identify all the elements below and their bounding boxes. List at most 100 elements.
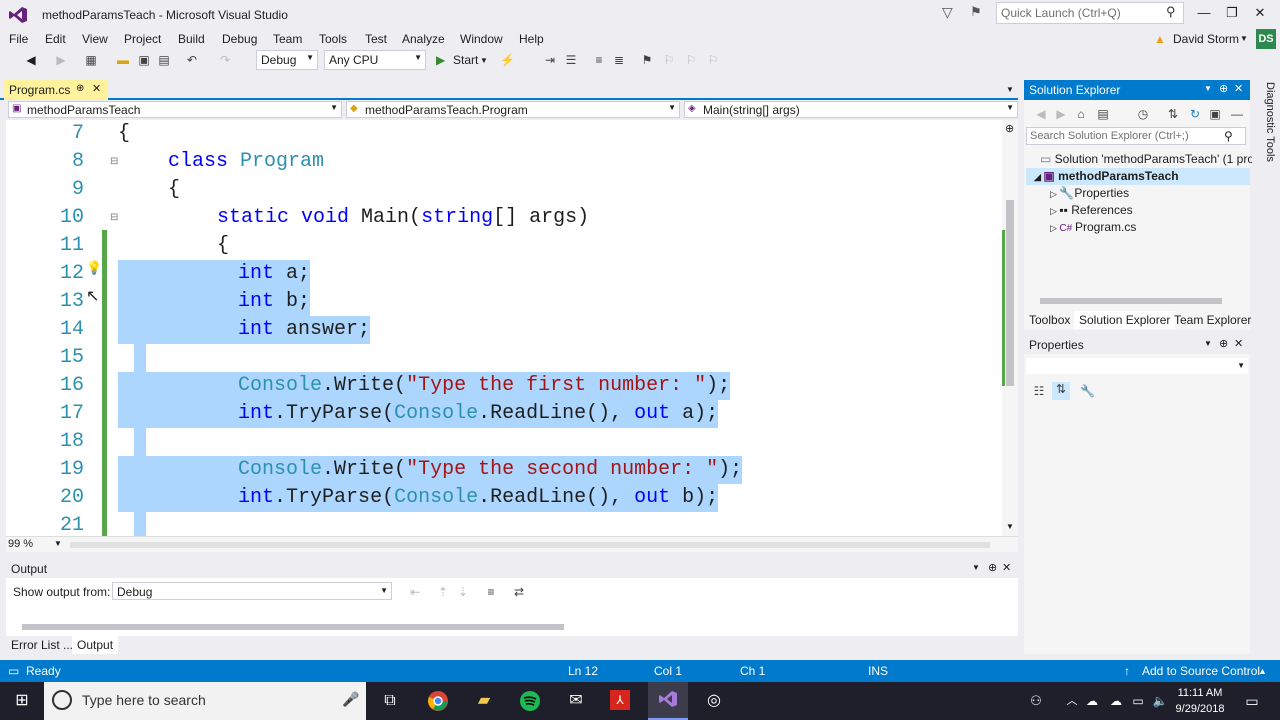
menu-tools[interactable]: Tools (319, 32, 347, 46)
project-node[interactable]: ◢ ▣ methodParamsTeach (1034, 169, 1179, 183)
acrobat-icon[interactable]: ⅄ (610, 690, 634, 712)
redo-icon[interactable]: ↷ (218, 53, 232, 67)
expanded-icon[interactable]: ◢ (1034, 172, 1043, 182)
comment-icon[interactable]: ≡ (592, 53, 606, 67)
collapsed-icon[interactable]: ▷ (1050, 223, 1059, 233)
menu-analyze[interactable]: Analyze (402, 32, 445, 46)
filter-icon[interactable]: ▽ (942, 4, 953, 21)
step-icon[interactable]: ⇥ (543, 53, 557, 67)
split-icon[interactable]: ⊕ (1005, 122, 1014, 135)
se-forward-icon[interactable]: ▶ (1054, 107, 1068, 121)
properties-node[interactable]: ▷ 🔧Properties (1050, 186, 1129, 200)
scrollbar-thumb[interactable] (1006, 200, 1014, 386)
tab-overflow-icon[interactable]: ▼ (1006, 85, 1014, 94)
taskbar-search-box[interactable]: Type here to search (44, 682, 366, 720)
collapsed-icon[interactable]: ▷ (1050, 189, 1059, 199)
project-dropdown[interactable]: ▣ methodParamsTeach ▼ (8, 101, 342, 118)
find-message-icon[interactable]: ⇤ (408, 585, 422, 599)
config-dropdown[interactable]: Debug ▼ (256, 50, 318, 70)
clear-all-icon[interactable]: ≡ (484, 585, 498, 599)
save-icon[interactable]: ▣ (137, 53, 151, 67)
se-switch-views-icon[interactable]: ▤ (1096, 107, 1110, 121)
platform-dropdown[interactable]: Any CPU ▼ (324, 50, 426, 70)
people-icon[interactable]: ⚇ (1024, 690, 1048, 712)
save-all-icon[interactable]: ▤ (157, 53, 171, 67)
chevron-down-icon[interactable]: ▼ (1240, 34, 1248, 43)
avatar[interactable]: DS (1256, 29, 1276, 49)
tab-error-list[interactable]: Error List ... (6, 636, 79, 654)
se-search-input[interactable]: Search Solution Explorer (Ctrl+;) (1026, 127, 1246, 145)
tab-toolbox[interactable]: Toolbox (1024, 311, 1075, 329)
minimize-button[interactable]: — (1194, 5, 1214, 21)
network-icon[interactable]: ▭ (1126, 690, 1150, 712)
source-control-chevron-icon[interactable]: ▲ (1258, 666, 1267, 676)
microphone-icon[interactable]: 🎤 (342, 691, 359, 708)
quick-launch-input[interactable]: Quick Launch (Ctrl+Q) (996, 2, 1184, 24)
menu-edit[interactable]: Edit (45, 32, 66, 46)
diagnostic-tools-tab[interactable]: Diagnostic Tools (1256, 82, 1276, 172)
feedback-icon[interactable]: ⚑ (970, 4, 982, 20)
menu-debug[interactable]: Debug (222, 32, 257, 46)
program-cs-node[interactable]: ▷ C# Program.cs (1050, 220, 1136, 234)
se-close-icon[interactable]: ✕ (1234, 82, 1243, 95)
prop-close-icon[interactable]: ✕ (1234, 337, 1243, 350)
se-properties-icon[interactable]: — (1230, 107, 1244, 121)
windows-start-icon[interactable]: ⊞ (10, 690, 34, 712)
references-node[interactable]: ▷ ▪▪ References (1050, 203, 1133, 217)
output-horizontal-scrollbar[interactable] (22, 624, 564, 630)
class-dropdown[interactable]: ◆ methodParamsTeach.Program ▼ (346, 101, 680, 118)
maximize-button[interactable]: ❐ (1222, 5, 1242, 21)
onedrive-2-icon[interactable]: ☁ (1104, 690, 1128, 712)
tab-output[interactable]: Output (72, 636, 119, 654)
alphabetical-icon[interactable]: ⇅ (1052, 382, 1070, 400)
prev-bookmark-icon[interactable]: ⚐ (662, 53, 676, 67)
chrome-icon[interactable] (426, 690, 450, 712)
horizontal-scrollbar[interactable] (70, 542, 990, 548)
se-sync-icon[interactable]: ⇅ (1166, 107, 1180, 121)
properties-object-dropdown[interactable]: ▼ (1026, 358, 1248, 374)
collapsed-icon[interactable]: ▷ (1050, 206, 1059, 216)
tab-program-cs[interactable]: Program.cs ⊕ ✕ (4, 80, 108, 100)
categorized-icon[interactable]: ☷ (1032, 384, 1046, 398)
undo-icon[interactable]: ↶ (185, 53, 199, 67)
code-editor[interactable]: ⊟ ⊟ 💡 7{ 8 class Program 9{ 10 static void… (6, 120, 1002, 536)
word-wrap-icon[interactable]: ⇄ (512, 585, 526, 599)
forward-icon[interactable]: ▶ (54, 53, 68, 67)
indent-icon[interactable]: ☰ (564, 53, 578, 67)
pin-icon[interactable]: ⊕ (76, 83, 84, 94)
se-pin-icon[interactable]: ⊕ (1219, 82, 1228, 95)
close-tab-icon[interactable]: ✕ (92, 82, 101, 95)
onedrive-icon[interactable]: ☁ (1080, 690, 1104, 712)
menu-help[interactable]: Help (519, 32, 544, 46)
start-dropdown-icon[interactable]: ▼ (480, 56, 488, 65)
zoom-level[interactable]: 99 % (8, 538, 33, 550)
property-pages-icon[interactable]: 🔧 (1080, 384, 1095, 398)
tab-solution-explorer[interactable]: Solution Explorer (1074, 311, 1176, 329)
user-name[interactable]: David Storm (1173, 32, 1239, 46)
menu-view[interactable]: View (82, 32, 108, 46)
action-center-icon[interactable]: ▭ (1240, 690, 1264, 712)
se-horizontal-scrollbar[interactable] (1040, 298, 1222, 304)
start-icon[interactable]: ▶ (436, 53, 445, 67)
editor-vertical-scrollbar[interactable]: ⊕ ▼ (1002, 120, 1018, 536)
prop-menu-icon[interactable]: ▼ (1204, 339, 1212, 348)
menu-team[interactable]: Team (273, 32, 302, 46)
tab-team-explorer[interactable]: Team Explorer (1169, 311, 1256, 329)
task-view-icon[interactable]: ⧉ (378, 690, 402, 712)
new-project-icon[interactable]: ▦ (84, 53, 98, 67)
se-pending-icon[interactable]: ◷ (1136, 107, 1150, 121)
se-home-icon[interactable]: ⌂ (1074, 107, 1088, 121)
uncomment-icon[interactable]: ≣ (612, 53, 626, 67)
next-bookmark-icon[interactable]: ⚐ (684, 53, 698, 67)
add-to-source-control[interactable]: Add to Source Control (1142, 664, 1260, 678)
prop-pin-icon[interactable]: ⊕ (1219, 337, 1228, 350)
clear-bookmark-icon[interactable]: ⚐ (706, 53, 720, 67)
se-refresh-icon[interactable]: ↻ (1188, 107, 1202, 121)
output-close-icon[interactable]: ✕ (1002, 561, 1011, 574)
next-message-icon[interactable]: ⇣ (456, 585, 470, 599)
menu-build[interactable]: Build (178, 32, 205, 46)
taskbar-clock[interactable]: 11:11 AM 9/29/2018 (1168, 685, 1232, 717)
member-dropdown[interactable]: ◈ Main(string[] args) ▼ (684, 101, 1018, 118)
mail-icon[interactable]: ✉ (564, 690, 588, 712)
close-button[interactable]: ✕ (1250, 5, 1270, 21)
